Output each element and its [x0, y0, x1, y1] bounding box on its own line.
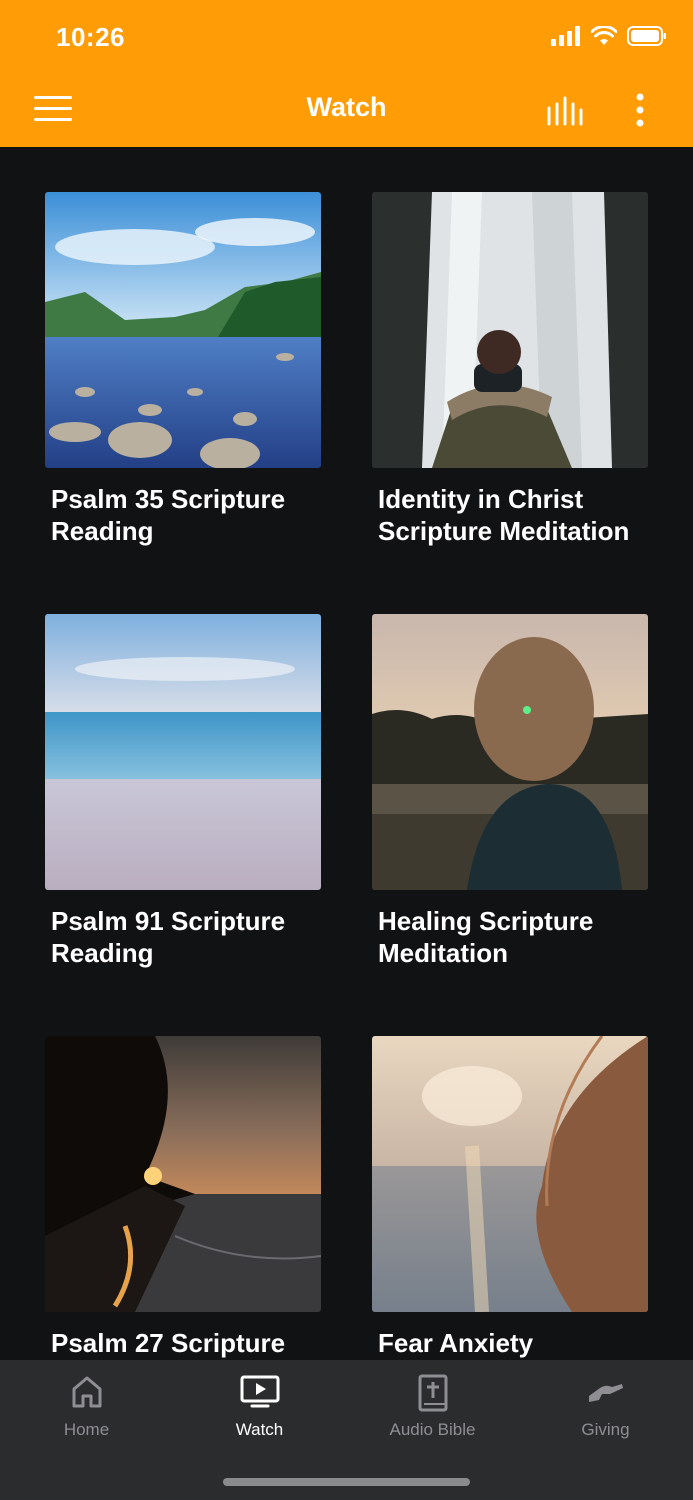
audio-levels-button[interactable]	[546, 96, 588, 126]
app-header: 10:26 Watch	[0, 0, 693, 147]
wifi-icon	[591, 26, 617, 45]
video-thumbnail-hair-sunlight[interactable]	[372, 1036, 648, 1312]
battery-icon	[627, 26, 666, 46]
video-thumbnail-woman-lake[interactable]	[372, 614, 648, 890]
video-title[interactable]: Identity in Christ Scripture Meditation	[372, 483, 648, 547]
tab-home[interactable]: Home	[0, 1360, 173, 1460]
video-card[interactable]: Psalm 91 Scripture Reading	[45, 614, 321, 969]
giving-hand-icon	[588, 1384, 623, 1402]
video-thumbnail-lake[interactable]	[45, 192, 321, 468]
video-card[interactable]: Healing Scripture Meditation	[372, 614, 648, 969]
video-thumbnail-sunset-shore[interactable]	[45, 1036, 321, 1312]
home-icon	[72, 1376, 101, 1408]
tab-giving[interactable]: Giving	[519, 1360, 692, 1460]
tab-home-label: Home	[63, 1420, 110, 1439]
tab-watch[interactable]: Watch	[173, 1360, 346, 1460]
tab-giving-label: Giving	[581, 1420, 630, 1439]
bible-icon	[418, 1374, 447, 1412]
video-title[interactable]: Psalm 35 Scripture Reading	[45, 483, 321, 547]
video-card[interactable]: Identity in Christ Scripture Meditation	[372, 192, 648, 547]
tab-audio-bible-label: Audio Bible	[389, 1420, 476, 1439]
video-card[interactable]: Fear Anxiety	[372, 1036, 648, 1359]
more-options-button[interactable]	[632, 92, 648, 128]
cellular-signal-icon	[551, 26, 580, 46]
video-title[interactable]: Fear Anxiety	[372, 1327, 648, 1359]
video-title[interactable]: Healing Scripture Meditation	[372, 905, 648, 969]
video-thumbnail-waterfall[interactable]	[372, 192, 648, 468]
video-grid: Psalm 35 Scripture Reading Identity in C…	[45, 192, 648, 1360]
tab-audio-bible[interactable]: Audio Bible	[346, 1360, 519, 1460]
video-thumbnail-ocean[interactable]	[45, 614, 321, 890]
tab-watch-label: Watch	[235, 1420, 284, 1439]
video-card[interactable]: Psalm 35 Scripture Reading	[45, 192, 321, 547]
video-title[interactable]: Psalm 91 Scripture Reading	[45, 905, 321, 969]
video-card[interactable]: Psalm 27 Scripture	[45, 1036, 321, 1359]
status-time: 10:26	[56, 22, 125, 52]
page-title: Watch	[306, 92, 387, 122]
tv-icon	[240, 1375, 279, 1408]
video-title[interactable]: Psalm 27 Scripture	[45, 1327, 321, 1359]
status-icons	[551, 26, 667, 46]
home-indicator	[223, 1478, 470, 1486]
